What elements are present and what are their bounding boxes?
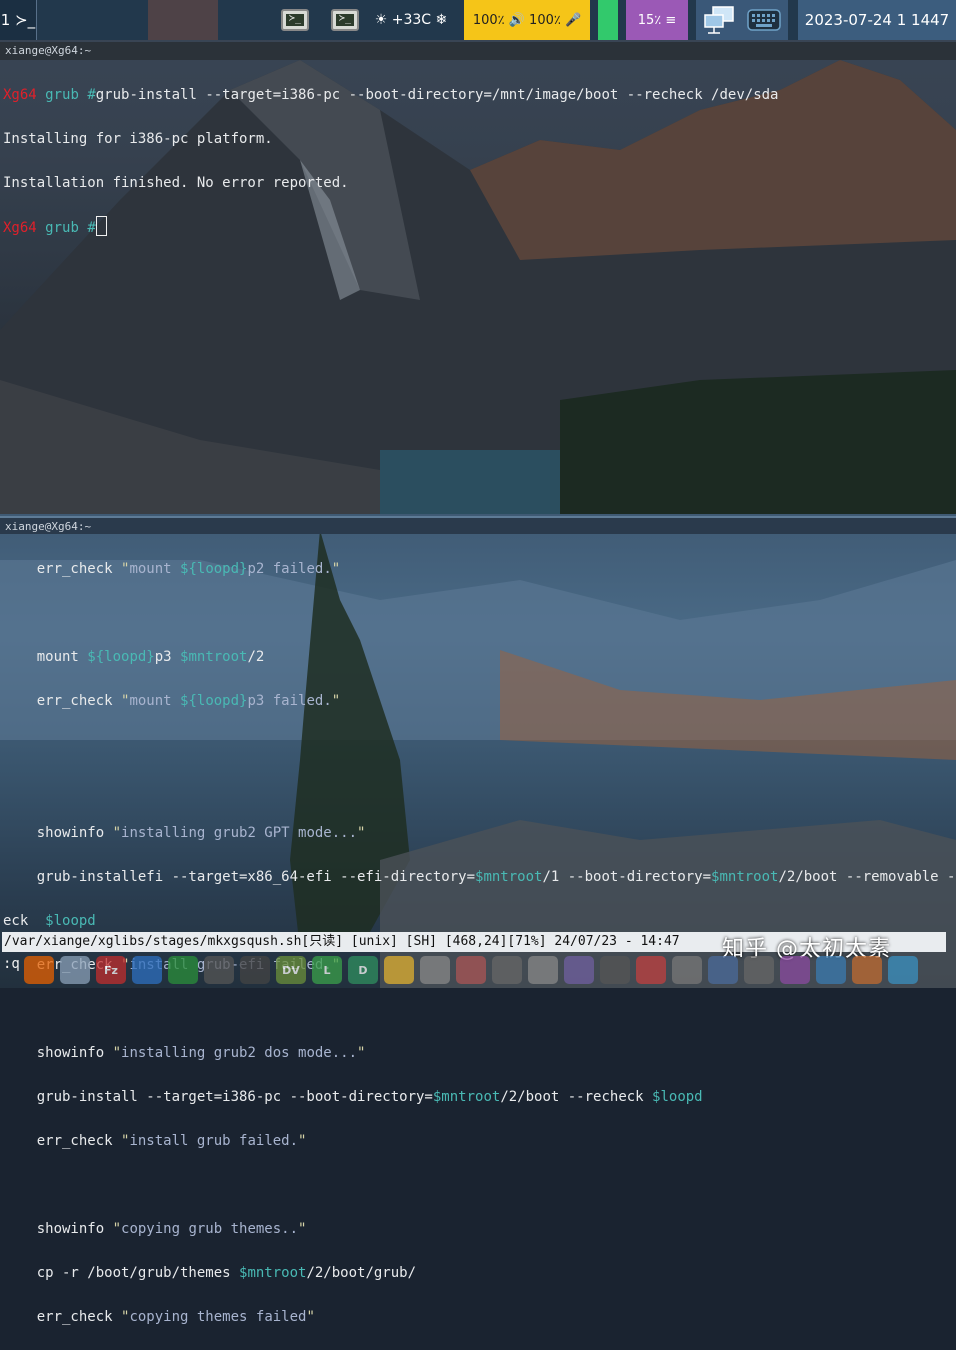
text-cursor: [95, 216, 107, 236]
code-line: mount ${loopd}p3 $mntroot/2: [3, 649, 265, 665]
prompt-host: Xg64: [3, 87, 37, 103]
app-icon[interactable]: [636, 956, 666, 984]
dock-icon-label: DV: [282, 963, 300, 977]
top-status-bar: 1 ≻_ ≻_ ≻_ ☀ +33C ❄ 100٪ 🔊 100٪ 🎤 15٪ ≡ …: [0, 0, 956, 40]
dock-bar: Fz DV L D: [24, 952, 956, 988]
app-icon[interactable]: [708, 956, 738, 984]
app-icon[interactable]: L: [312, 956, 342, 984]
firefox-icon[interactable]: [24, 956, 54, 984]
terminal-line: Xg64 grub #grub-install --target=i386-pc…: [3, 84, 778, 106]
terminal-line: Installation finished. No error reported…: [3, 175, 349, 191]
code-line: cp -r /boot/grub/themes $mntroot/2/boot/…: [3, 1265, 417, 1281]
top-pane-title: xiange@Xg64:~: [0, 42, 956, 60]
cpu-widget: 15٪ ≡: [626, 0, 688, 40]
weather-widget: ☀ +33C ❄: [374, 12, 448, 28]
workspace-indicator[interactable]: 1 ≻_: [0, 0, 37, 40]
top-terminal[interactable]: Xg64 grub #grub-install --target=i386-pc…: [3, 62, 778, 261]
bottom-pane-title: xiange@Xg64:~: [0, 516, 956, 534]
app-icon[interactable]: [780, 956, 810, 984]
app-icon[interactable]: [492, 956, 522, 984]
terminal-icon[interactable]: ≻_: [330, 0, 360, 40]
dock-icon-label: D: [358, 963, 368, 977]
prompt-symbol: #: [87, 87, 96, 103]
workspace-preview: [148, 0, 218, 40]
vim-command-line[interactable]: :q: [3, 956, 20, 972]
terminal-icon[interactable]: ≻_: [280, 0, 310, 40]
code-line: showinfo "installing grub2 dos mode...": [3, 1045, 366, 1061]
network-icon[interactable]: [703, 5, 737, 35]
app-icon[interactable]: [888, 956, 918, 984]
prompt-dir: grub: [45, 220, 79, 236]
status-indicator: [598, 0, 618, 40]
code-line: err_check "install grub failed.": [3, 1133, 307, 1149]
app-icon[interactable]: [132, 956, 162, 984]
code-line: err_check "mount ${loopd}p3 failed.": [3, 693, 341, 709]
app-icon[interactable]: [456, 956, 486, 984]
code-line: grub-installefi --target=x86_64-efi --ef…: [3, 869, 956, 885]
app-icon[interactable]: [384, 956, 414, 984]
clock[interactable]: 2023-07-24 1 1447: [798, 0, 956, 40]
volume-widget[interactable]: 100٪ 🔊 100٪ 🎤: [464, 0, 590, 40]
dock-icon-label: L: [323, 963, 331, 977]
folder-icon[interactable]: [60, 956, 90, 984]
app-icon[interactable]: D: [348, 956, 378, 984]
app-icon[interactable]: [816, 956, 846, 984]
code-line: grub-install --target=i386-pc --boot-dir…: [3, 1089, 703, 1105]
app-icon[interactable]: [564, 956, 594, 984]
code-line: showinfo "copying grub themes..": [3, 1221, 307, 1237]
code-line: eck $loopd: [3, 913, 96, 929]
app-icon[interactable]: [240, 956, 270, 984]
keyboard-icon[interactable]: [747, 7, 781, 33]
prompt-dir: grub: [45, 87, 79, 103]
app-icon[interactable]: [672, 956, 702, 984]
code-line: err_check "copying themes failed": [3, 1309, 315, 1325]
prompt-host: Xg64: [3, 220, 37, 236]
code-line: err_check "mount ${loopd}p2 failed.": [3, 561, 341, 577]
command-text: grub-install --target=i386-pc --boot-dir…: [95, 87, 779, 103]
terminal-line: Installing for i386-pc platform.: [3, 131, 273, 147]
app-icon[interactable]: [744, 956, 774, 984]
filezilla-icon[interactable]: Fz: [96, 956, 126, 984]
code-line: showinfo "installing grub2 GPT mode...": [3, 825, 366, 841]
app-icon[interactable]: [168, 956, 198, 984]
dock-icon-label: Fz: [104, 963, 118, 977]
disc-icon[interactable]: [420, 956, 450, 984]
app-icon[interactable]: [852, 956, 882, 984]
system-tray: [696, 0, 788, 40]
prompt-symbol: #: [87, 220, 96, 236]
terminal-line: Xg64 grub #: [3, 216, 778, 239]
app-icon[interactable]: [204, 956, 234, 984]
app-icon[interactable]: DV: [276, 956, 306, 984]
app-icon[interactable]: [600, 956, 630, 984]
app-icon[interactable]: [528, 956, 558, 984]
